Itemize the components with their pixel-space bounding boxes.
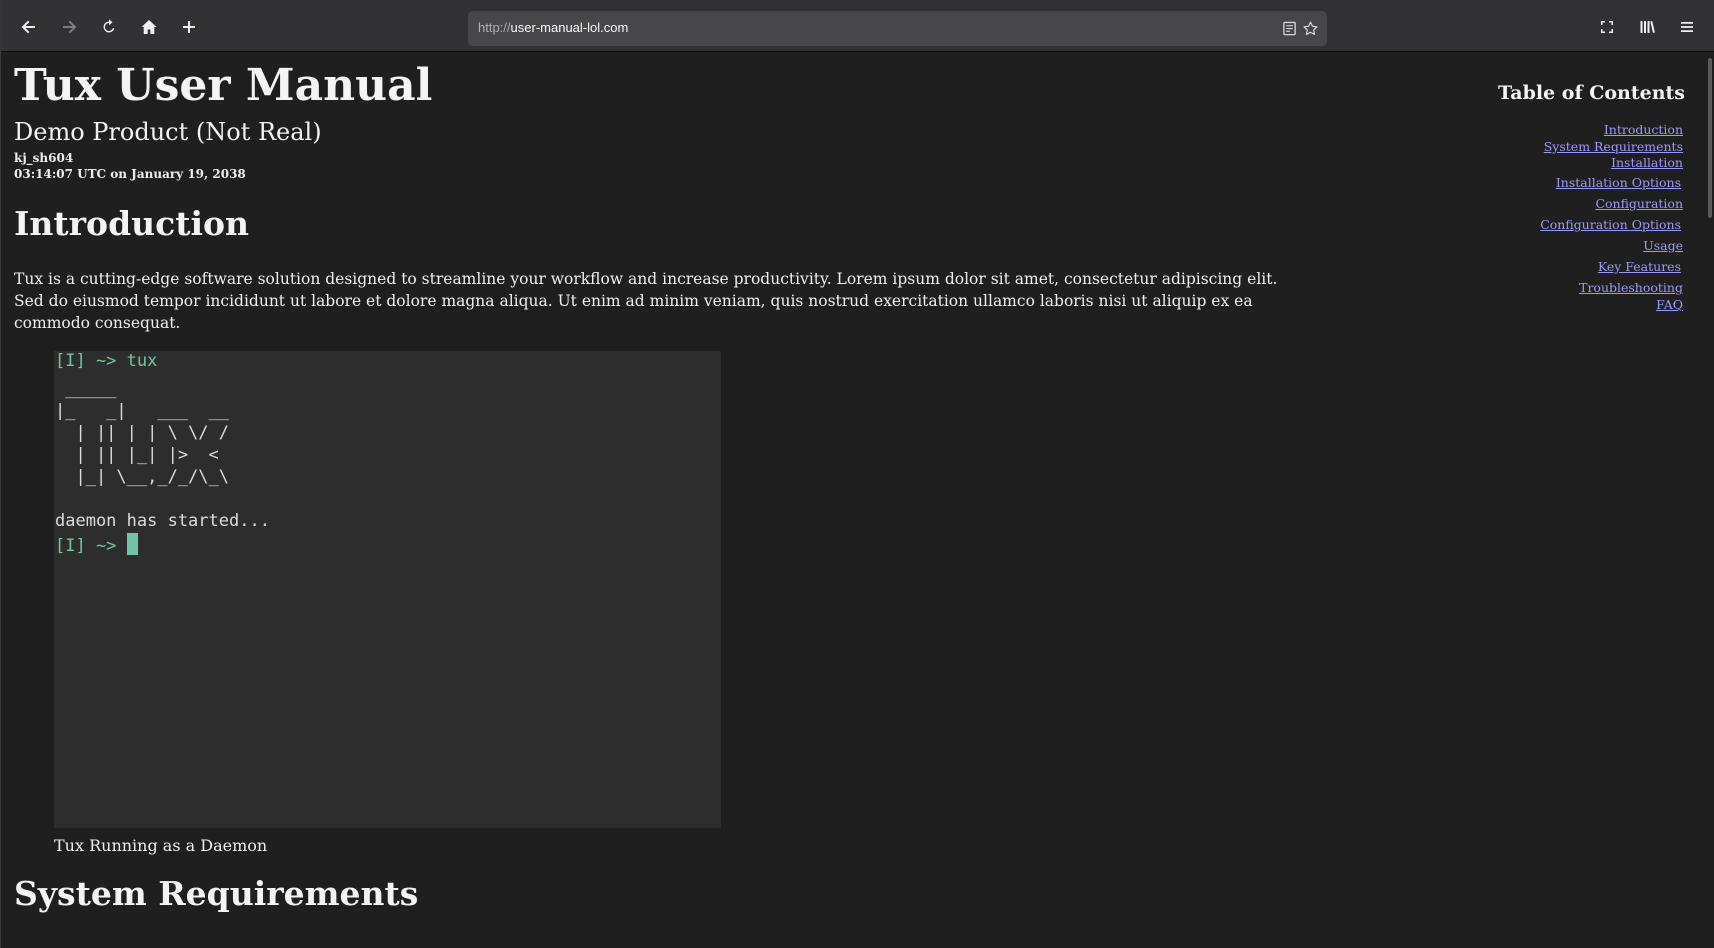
scrollbar[interactable] bbox=[1708, 58, 1712, 218]
toc-link-usage[interactable]: Usage bbox=[1643, 238, 1683, 253]
toc-link-troubleshooting[interactable]: Troubleshooting bbox=[1579, 280, 1683, 295]
toc-link-installation[interactable]: Installation bbox=[1611, 155, 1683, 170]
terminal-status: daemon has started... bbox=[55, 511, 270, 531]
reload-icon[interactable] bbox=[96, 14, 122, 40]
page-title: Tux User Manual bbox=[14, 60, 433, 111]
terminal-cursor bbox=[126, 533, 138, 555]
ascii-art-line: |_| \__,_/_/\_\ bbox=[55, 467, 229, 487]
toc-link-faq[interactable]: FAQ bbox=[1656, 297, 1683, 312]
terminal-prompt: [I] ~> bbox=[55, 536, 117, 556]
toc-link-configuration-options[interactable]: Configuration Options bbox=[1540, 217, 1681, 232]
ascii-art-line: | || | | \ \/ / bbox=[55, 423, 229, 443]
intro-paragraph: Tux is a cutting-edge software solution … bbox=[14, 270, 1278, 332]
toc-link-installation-options[interactable]: Installation Options bbox=[1556, 175, 1681, 190]
terminal-command: tux bbox=[126, 351, 158, 371]
date: 03:14:07 UTC on January 19, 2038 bbox=[14, 167, 246, 181]
library-icon[interactable] bbox=[1634, 14, 1660, 40]
back-icon[interactable] bbox=[16, 14, 42, 40]
figure-caption: Tux Running as a Daemon bbox=[54, 836, 268, 855]
toc-link-introduction[interactable]: Introduction bbox=[1604, 122, 1683, 137]
bookmark-star-icon[interactable] bbox=[1301, 19, 1319, 37]
section-heading-introduction: Introduction bbox=[14, 204, 250, 243]
toc-link-key-features[interactable]: Key Features bbox=[1598, 259, 1681, 274]
url-host: user-manual-lol.com bbox=[510, 20, 629, 35]
ascii-art-line: | || |_| |> < bbox=[55, 445, 219, 465]
extensions-icon[interactable] bbox=[1594, 14, 1620, 40]
terminal-command-line: [I] ~> tux bbox=[55, 351, 157, 371]
toc-link-system-requirements[interactable]: System Requirements bbox=[1544, 139, 1683, 154]
terminal-prompt: [I] ~> bbox=[55, 351, 117, 371]
toc-link-configuration[interactable]: Configuration bbox=[1595, 196, 1683, 211]
section-heading-system-requirements: System Requirements bbox=[14, 874, 419, 913]
ascii-art-line: _____ bbox=[55, 379, 117, 399]
terminal-screenshot: [I] ~> tux _____ |_ _| ___ __ | || | | \… bbox=[54, 351, 721, 828]
browser-window: http://user-manual-lol.com Tux User Manu… bbox=[0, 0, 1714, 948]
page-content: Tux User Manual Demo Product (Not Real) … bbox=[1, 52, 1714, 948]
forward-icon[interactable] bbox=[56, 14, 82, 40]
url-bar[interactable]: http://user-manual-lol.com bbox=[468, 11, 1327, 46]
new-tab-icon[interactable] bbox=[176, 14, 202, 40]
terminal-prompt-line: [I] ~> bbox=[55, 533, 138, 556]
ascii-art-line: |_ _| ___ __ bbox=[55, 401, 229, 421]
author: kj_sh604 bbox=[14, 151, 74, 165]
page-subtitle: Demo Product (Not Real) bbox=[14, 118, 322, 146]
menu-icon[interactable] bbox=[1674, 14, 1700, 40]
browser-toolbar: http://user-manual-lol.com bbox=[1, 0, 1714, 52]
url-text[interactable]: http://user-manual-lol.com bbox=[478, 20, 628, 35]
reader-view-icon[interactable] bbox=[1280, 19, 1298, 37]
home-icon[interactable] bbox=[136, 14, 162, 40]
toc-title: Table of Contents bbox=[1497, 82, 1685, 104]
url-protocol: http:// bbox=[478, 20, 511, 35]
